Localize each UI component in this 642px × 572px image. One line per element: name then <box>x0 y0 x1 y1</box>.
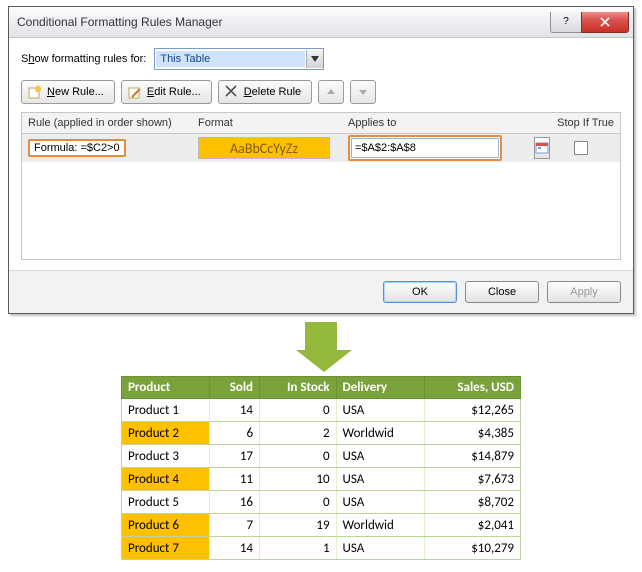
cell-sold[interactable]: 7 <box>210 514 260 537</box>
col-sales: Sales, USD <box>425 377 521 399</box>
edit-rule-button[interactable]: Edit Rule... <box>121 80 212 104</box>
table-row[interactable]: Product 6719Worldwid$2,041 <box>122 514 521 537</box>
conditional-formatting-dialog: Conditional Formatting Rules Manager ? S… <box>8 6 634 314</box>
rules-toolbar: New Rule... Edit Rule... Delete Rule <box>21 80 621 104</box>
header-stop: Stop If True <box>542 113 620 133</box>
dialog-title: Conditional Formatting Rules Manager <box>9 15 551 29</box>
move-down-button[interactable] <box>350 80 376 104</box>
table-row[interactable]: Product 262Worldwid$4,385 <box>122 422 521 445</box>
cell-product[interactable]: Product 4 <box>122 468 210 491</box>
cell-sold[interactable]: 14 <box>210 399 260 422</box>
cell-product[interactable]: Product 7 <box>122 537 210 560</box>
col-stock: In Stock <box>260 377 337 399</box>
header-rule: Rule (applied in order shown) <box>22 113 192 133</box>
delete-rule-icon <box>225 85 239 99</box>
dialog-body: Show formatting rules for: This Table Ne… <box>9 38 633 270</box>
help-button[interactable]: ? <box>550 12 582 33</box>
result-table: Product Sold In Stock Delivery Sales, US… <box>121 376 521 560</box>
rule-name-cell: Formula: =$C2>0 <box>22 134 192 162</box>
cell-delivery[interactable]: Worldwid <box>336 422 425 445</box>
rule-applies-cell <box>342 134 542 162</box>
cell-sold[interactable]: 16 <box>210 491 260 514</box>
cell-sold[interactable]: 14 <box>210 537 260 560</box>
chevron-up-icon <box>327 88 335 96</box>
rule-formula: Formula: =$C2>0 <box>28 139 126 157</box>
table-row[interactable]: Product 41110USA$7,673 <box>122 468 521 491</box>
format-preview: AaBbCcYyZz <box>198 137 330 159</box>
titlebar[interactable]: Conditional Formatting Rules Manager ? <box>9 7 633 38</box>
col-sold: Sold <box>210 377 260 399</box>
header-format: Format <box>192 113 342 133</box>
move-up-button[interactable] <box>318 80 344 104</box>
close-icon <box>600 17 610 27</box>
rule-row[interactable]: Formula: =$C2>0 AaBbCcYyZz <box>22 134 620 162</box>
close-window-button[interactable] <box>581 12 629 33</box>
col-product: Product <box>122 377 210 399</box>
applies-to-highlight <box>348 135 502 161</box>
cell-delivery[interactable]: USA <box>336 399 425 422</box>
cell-delivery[interactable]: USA <box>336 468 425 491</box>
cell-sales[interactable]: $14,879 <box>425 445 521 468</box>
arrow-down-graphic <box>296 322 346 372</box>
rules-list: Formula: =$C2>0 AaBbCcYyZz <box>21 134 621 260</box>
header-applies: Applies to <box>342 113 542 133</box>
cell-sales[interactable]: $2,041 <box>425 514 521 537</box>
table-row[interactable]: Product 1140USA$12,265 <box>122 399 521 422</box>
table-row[interactable]: Product 7141USA$10,279 <box>122 537 521 560</box>
cell-sales[interactable]: $8,702 <box>425 491 521 514</box>
applies-to-input[interactable] <box>351 138 499 158</box>
chevron-down-icon <box>359 88 367 96</box>
scope-combobox[interactable]: This Table <box>154 48 324 70</box>
ok-button[interactable]: OK <box>383 281 457 303</box>
chevron-down-icon <box>306 50 323 68</box>
apply-button: Apply <box>547 281 621 303</box>
cell-product[interactable]: Product 1 <box>122 399 210 422</box>
cell-delivery[interactable]: USA <box>336 445 425 468</box>
cell-delivery[interactable]: USA <box>336 537 425 560</box>
scope-label: Show formatting rules for: <box>21 53 146 65</box>
rules-header: Rule (applied in order shown) Format App… <box>21 112 621 134</box>
cell-sales[interactable]: $12,265 <box>425 399 521 422</box>
cell-stock[interactable]: 10 <box>260 468 337 491</box>
cell-stock[interactable]: 2 <box>260 422 337 445</box>
cell-sold[interactable]: 11 <box>210 468 260 491</box>
help-icon: ? <box>563 16 569 27</box>
new-rule-icon <box>28 85 42 99</box>
cell-product[interactable]: Product 6 <box>122 514 210 537</box>
close-button[interactable]: Close <box>465 281 539 303</box>
cell-sold[interactable]: 6 <box>210 422 260 445</box>
table-row[interactable]: Product 3170USA$14,879 <box>122 445 521 468</box>
cell-sales[interactable]: $10,279 <box>425 537 521 560</box>
cell-stock[interactable]: 1 <box>260 537 337 560</box>
rule-format-cell: AaBbCcYyZz <box>192 134 342 162</box>
dialog-footer: OK Close Apply <box>9 270 633 313</box>
stop-if-true-cell <box>542 134 620 162</box>
cell-stock[interactable]: 0 <box>260 491 337 514</box>
table-row[interactable]: Product 5160USA$8,702 <box>122 491 521 514</box>
edit-rule-icon <box>128 85 142 99</box>
table-header-row: Product Sold In Stock Delivery Sales, US… <box>122 377 521 399</box>
cell-stock[interactable]: 19 <box>260 514 337 537</box>
cell-product[interactable]: Product 5 <box>122 491 210 514</box>
col-delivery: Delivery <box>336 377 425 399</box>
cell-product[interactable]: Product 2 <box>122 422 210 445</box>
cell-stock[interactable]: 0 <box>260 399 337 422</box>
new-rule-button[interactable]: New Rule... <box>21 80 115 104</box>
stop-if-true-checkbox[interactable] <box>574 141 588 155</box>
scope-row: Show formatting rules for: This Table <box>21 48 621 70</box>
delete-rule-button[interactable]: Delete Rule <box>218 80 313 104</box>
scope-value: This Table <box>156 51 305 67</box>
cell-sold[interactable]: 17 <box>210 445 260 468</box>
cell-delivery[interactable]: Worldwid <box>336 514 425 537</box>
cell-stock[interactable]: 0 <box>260 445 337 468</box>
cell-sales[interactable]: $7,673 <box>425 468 521 491</box>
cell-sales[interactable]: $4,385 <box>425 422 521 445</box>
cell-product[interactable]: Product 3 <box>122 445 210 468</box>
window-buttons: ? <box>551 12 629 33</box>
cell-delivery[interactable]: USA <box>336 491 425 514</box>
